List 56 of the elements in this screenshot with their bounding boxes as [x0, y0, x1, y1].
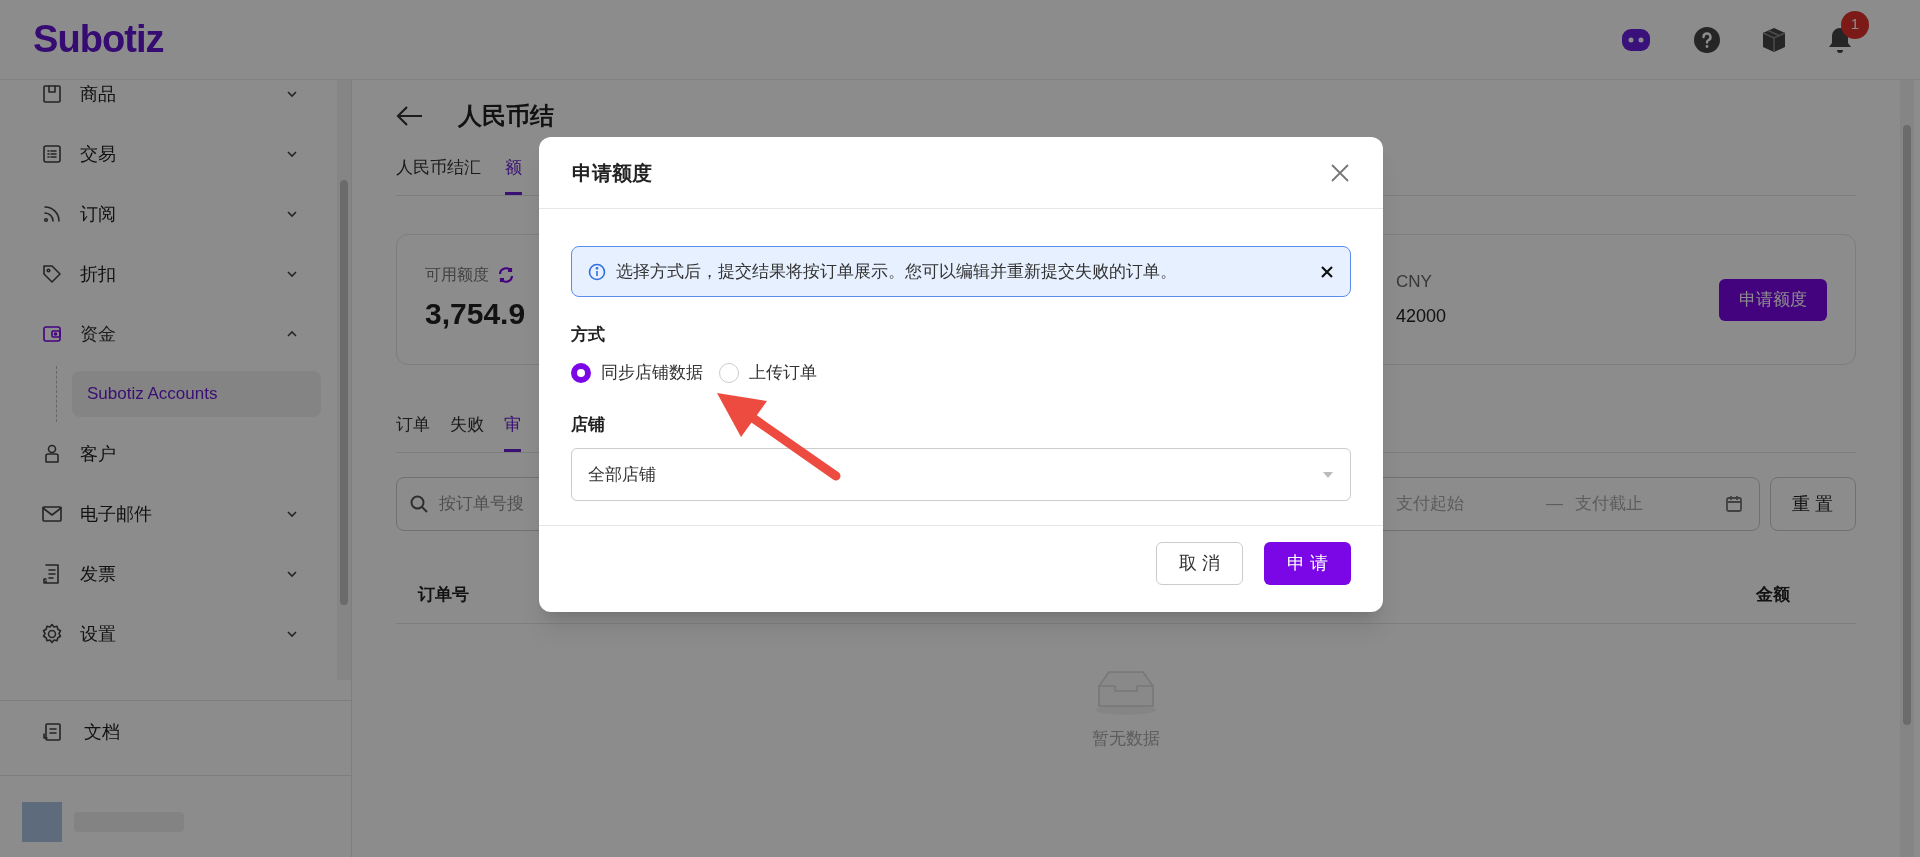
list-icon — [40, 142, 64, 166]
radio-icon — [571, 363, 591, 383]
dropdown-caret-icon — [1322, 470, 1334, 479]
limit-value: 42000 — [1396, 304, 1447, 328]
store-select[interactable]: 全部店铺 — [571, 448, 1351, 501]
tab[interactable]: 订单 — [396, 411, 430, 452]
reset-button[interactable]: 重 置 — [1770, 477, 1856, 531]
balance-label: 可用额度 — [425, 265, 489, 285]
balance-amount: 3,754.9 — [425, 297, 526, 330]
column-header: 金额 — [1756, 583, 1790, 606]
page-title: 人民币结 — [458, 101, 554, 131]
calendar-icon — [1725, 495, 1743, 513]
field-label: 店铺 — [571, 414, 606, 436]
scrollbar[interactable] — [1900, 80, 1914, 857]
dialog-title: 申请额度 — [572, 160, 652, 186]
sidebar-item[interactable]: 设置 — [0, 604, 331, 664]
sidebar-item[interactable]: 商品 — [0, 80, 331, 124]
scrollbar[interactable] — [337, 80, 351, 680]
cancel-button[interactable]: 取 消 — [1156, 542, 1243, 585]
field-label: 方式 — [571, 324, 606, 346]
document-icon — [40, 720, 64, 744]
radio-icon — [719, 363, 739, 383]
logo[interactable]: Subotiz — [33, 11, 164, 68]
date-separator: — — [1546, 493, 1563, 516]
currency-label: CNY — [1396, 271, 1433, 294]
search-icon — [409, 494, 429, 514]
tab[interactable]: 审 — [504, 411, 521, 452]
avatar-placeholder — [22, 802, 62, 842]
info-icon — [588, 262, 606, 281]
apply-quota-button[interactable]: 申请额度 — [1719, 278, 1827, 321]
sidebar-item[interactable]: 发票 — [0, 544, 331, 604]
column-header: 订单号 — [418, 583, 469, 606]
tag-icon — [40, 262, 64, 286]
sidebar-item[interactable]: 客户 — [0, 424, 331, 484]
close-icon[interactable] — [1320, 264, 1334, 279]
settings-icon — [40, 622, 64, 646]
alert-text: 选择方式后，提交结果将按订单展示。您可以编辑并重新提交失败的订单。 — [616, 260, 1177, 283]
box-icon — [40, 82, 64, 106]
sidebar-item[interactable]: 电子邮件 — [0, 484, 331, 544]
radio-option[interactable]: 上传订单 — [719, 360, 817, 386]
sidebar-subitem[interactable]: Subotiz Accounts — [72, 371, 321, 417]
tab[interactable]: 额 — [505, 154, 522, 195]
sidebar-item[interactable]: 资金 — [0, 304, 331, 364]
help-icon[interactable] — [1693, 25, 1721, 54]
sidebar-item[interactable]: 文档 — [0, 701, 351, 763]
submit-button[interactable]: 申 请 — [1264, 542, 1351, 585]
cube-icon[interactable] — [1761, 25, 1787, 54]
sidebar-item[interactable]: 交易 — [0, 124, 331, 184]
tab[interactable]: 失败 — [450, 411, 484, 452]
tab[interactable]: 人民币结汇 — [396, 154, 481, 195]
notification-badge: 1 — [1841, 10, 1869, 39]
radio-option[interactable]: 同步店铺数据 — [571, 360, 703, 386]
back-arrow-icon[interactable] — [396, 105, 424, 127]
sidebar-item[interactable]: 折扣 — [0, 244, 331, 304]
sidebar-item[interactable]: 订阅 — [0, 184, 331, 244]
refresh-icon[interactable] — [497, 266, 515, 284]
